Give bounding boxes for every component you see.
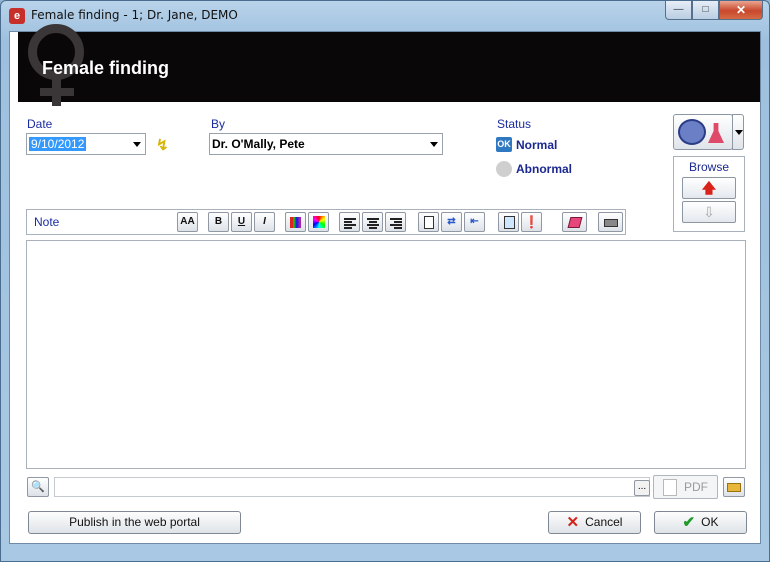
arrow-up-icon: 🡅 <box>701 180 717 196</box>
cancel-label: Cancel <box>585 515 623 529</box>
by-label: By <box>211 117 226 131</box>
close-button[interactable]: ✕ <box>719 1 763 20</box>
ok-button[interactable]: ✔ OK <box>654 511 747 534</box>
app-icon: e <box>9 8 25 24</box>
clipboard-icon <box>504 216 515 229</box>
bold-button[interactable]: B <box>208 212 229 232</box>
close-icon: ✕ <box>735 3 747 17</box>
browse-label: Browse <box>688 160 729 174</box>
align-left-button[interactable] <box>339 212 360 232</box>
color-palette-icon <box>313 216 325 228</box>
minimize-button[interactable]: — <box>665 1 692 20</box>
document-icon <box>424 216 434 229</box>
by-value: Dr. O'Mally, Pete <box>212 137 305 151</box>
attachment-browse-button[interactable]: ... <box>634 480 650 496</box>
page-title: Female finding <box>42 58 170 78</box>
clipboard-button[interactable] <box>498 212 519 232</box>
attach-preview-button[interactable]: 🔍 <box>27 477 49 497</box>
dialog-window: e Female finding - 1; Dr. Jane, DEMO — □… <box>0 0 770 562</box>
pdf-document-icon <box>663 479 677 496</box>
spell-check-button[interactable]: ❗ <box>521 212 542 232</box>
date-label: Date <box>27 117 53 131</box>
status-abnormal-label[interactable]: Abnormal <box>516 162 572 176</box>
align-right-button[interactable] <box>385 212 406 232</box>
alert-icon: ❗ <box>524 215 539 229</box>
attachment-field[interactable] <box>54 477 650 497</box>
link-icon: ⇄ <box>447 216 456 227</box>
new-document-button[interactable] <box>418 212 439 232</box>
chevron-down-icon <box>133 142 141 147</box>
lab-button[interactable] <box>673 114 733 150</box>
chevron-down-icon <box>430 142 438 147</box>
by-combo[interactable]: Dr. O'Mally, Pete <box>209 133 443 155</box>
lightning-icon[interactable]: ↯ <box>156 136 169 154</box>
dialog-client: Female finding Date 9/10/2012 ↯ By Dr. O… <box>9 24 761 544</box>
checkmark-icon: ✔ <box>682 514 696 531</box>
publish-web-portal-button[interactable]: Publish in the web portal <box>28 511 241 534</box>
align-center-button[interactable] <box>362 212 383 232</box>
folder-icon <box>727 483 741 492</box>
status-abnormal-radio[interactable] <box>496 161 512 177</box>
note-toolbar: Note AA B U I ⇄ ⇤ ❗ <box>26 209 626 235</box>
lab-dropdown-button[interactable] <box>732 114 744 150</box>
note-label: Note <box>34 215 60 229</box>
title-bar[interactable]: e Female finding - 1; Dr. Jane, DEMO — □… <box>1 1 769 31</box>
status-label: Status <box>497 117 532 131</box>
pdf-label: PDF <box>684 480 708 494</box>
header-band: Female finding <box>18 24 760 106</box>
flask-icon <box>708 123 724 143</box>
monitor-search-icon: 🔍 <box>31 481 45 493</box>
font-button[interactable]: AA <box>177 212 198 232</box>
pdf-button[interactable]: PDF <box>653 475 718 499</box>
minimize-icon: — <box>673 4 684 15</box>
status-normal-label[interactable]: Normal <box>516 138 557 152</box>
cancel-button[interactable]: ✕ Cancel <box>548 511 641 534</box>
status-normal-radio[interactable]: OK <box>496 137 512 152</box>
underline-button[interactable]: U <box>231 212 252 232</box>
patients-icon <box>678 119 706 145</box>
arrow-down-icon: ⇩ <box>703 204 715 220</box>
text-color-button[interactable] <box>285 212 306 232</box>
insert-field-icon: ⇤ <box>470 216 479 227</box>
maximize-icon: □ <box>702 4 709 15</box>
browse-down-button[interactable]: ⇩ <box>682 201 736 223</box>
window-title: Female finding - 1; Dr. Jane, DEMO <box>31 8 238 22</box>
highlight-color-button[interactable] <box>308 212 329 232</box>
printer-icon <box>604 219 618 227</box>
chevron-down-icon <box>735 130 743 135</box>
date-value: 9/10/2012 <box>29 137 87 151</box>
browse-up-button[interactable]: 🡅 <box>682 177 736 199</box>
date-combo[interactable]: 9/10/2012 <box>26 133 146 155</box>
italic-button[interactable]: I <box>254 212 275 232</box>
browse-panel: Browse 🡅 ⇩ <box>673 156 745 232</box>
cancel-x-icon: ✕ <box>566 514 580 531</box>
insert-field-button[interactable]: ⇤ <box>464 212 485 232</box>
maximize-button[interactable]: □ <box>692 1 719 20</box>
print-button[interactable] <box>598 212 623 232</box>
insert-link-button[interactable]: ⇄ <box>441 212 462 232</box>
eraser-button[interactable] <box>562 212 587 232</box>
eraser-icon <box>567 217 583 228</box>
note-editor[interactable] <box>26 240 746 469</box>
crayons-icon <box>290 217 301 228</box>
ok-label: OK <box>701 515 719 529</box>
open-folder-button[interactable] <box>723 477 745 497</box>
